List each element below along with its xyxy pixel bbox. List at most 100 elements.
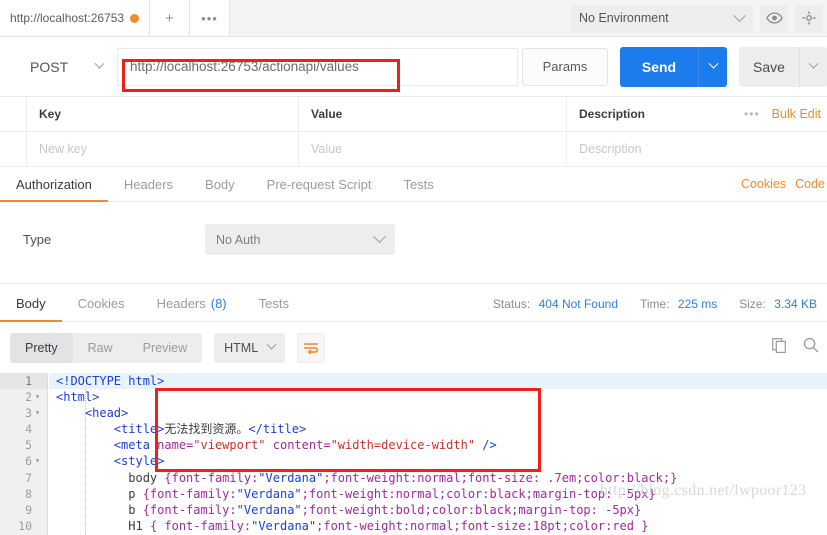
search-icon — [803, 337, 819, 353]
cookies-link[interactable]: Cookies — [741, 177, 786, 191]
save-button-group: Save — [739, 46, 827, 87]
view-mode-preview[interactable]: Preview — [128, 333, 202, 363]
new-tab-button[interactable]: + — [150, 0, 190, 36]
params-button[interactable]: Params — [522, 47, 608, 86]
more-tabs-button[interactable]: ••• — [190, 0, 230, 36]
tab-authorization[interactable]: Authorization — [0, 167, 108, 202]
param-description-input[interactable]: Description — [567, 132, 827, 166]
params-table-tools: ••• Bulk Edit — [744, 107, 827, 121]
code-token: <html> — [56, 390, 100, 405]
url-input[interactable]: http://localhost:26753/actionapi/values — [118, 47, 518, 86]
request-section-tabs: Authorization Headers Body Pre-request S… — [0, 167, 827, 202]
code-token: body — [128, 470, 165, 485]
method-select[interactable]: POST — [18, 47, 118, 86]
view-mode-raw[interactable]: Raw — [73, 333, 128, 363]
code-line: <head> — [49, 405, 827, 421]
column-header-key: Key — [27, 97, 299, 131]
view-mode-switch: Pretty Raw Preview — [10, 332, 203, 363]
time-meta: Time: 225 ms — [640, 297, 717, 311]
response-tab-tests[interactable]: Tests — [243, 286, 305, 321]
tab-bar: http://localhost:26753 + ••• No Environm… — [0, 0, 827, 37]
viewer-actions — [772, 337, 827, 358]
chevron-down-icon — [808, 58, 819, 69]
response-meta: Status: 404 Not Found Time: 225 ms Size:… — [493, 286, 827, 321]
code-line: <!DOCTYPE html> — [49, 373, 827, 390]
row-checkbox-cell[interactable] — [0, 132, 27, 166]
tab-headers[interactable]: Headers — [108, 167, 189, 201]
code-token: <head> — [84, 406, 129, 421]
line-number-value: 6 — [25, 454, 32, 469]
line-number-gutter: 1▾ 2▾ 3▾ 4▾ 5▾ 6▾ 7▾ 8▾ 9▾ 10▾ 11▾ 12▾ — [0, 373, 48, 535]
params-more-button[interactable]: ••• — [744, 107, 760, 121]
send-button[interactable]: Send — [620, 46, 698, 87]
tab-tests[interactable]: Tests — [387, 167, 449, 201]
postman-window: http://localhost:26753 + ••• No Environm… — [0, 0, 827, 535]
environment-quick-look-button[interactable] — [760, 4, 788, 32]
response-tab-headers-label: Headers — [156, 296, 206, 311]
code-line: b {font-family:"Verdana";font-weight:bol… — [49, 502, 827, 518]
code-token: /> — [475, 438, 497, 453]
code-token: <!DOCTYPE html> — [56, 374, 165, 388]
line-number: 10▾ — [0, 518, 47, 534]
search-button[interactable] — [803, 337, 819, 358]
code-token: {font-family: — [164, 470, 259, 485]
code-link[interactable]: Code — [795, 177, 825, 191]
tab-bar-spacer — [230, 0, 570, 36]
line-number-value: 3 — [25, 406, 32, 421]
line-number: 9▾ — [0, 502, 47, 518]
response-body-editor[interactable]: 1▾ 2▾ 3▾ 4▾ 5▾ 6▾ 7▾ 8▾ 9▾ 10▾ 11▾ 12▾ <… — [0, 373, 827, 535]
fold-arrow-icon[interactable]: ▾ — [32, 389, 43, 405]
code-token: ;font-weight:bold;color:black;margin-top… — [301, 502, 642, 517]
time-value: 225 ms — [677, 296, 718, 311]
send-options-button[interactable] — [698, 46, 727, 87]
bulk-edit-link[interactable]: Bulk Edit — [772, 107, 821, 121]
status-value: 404 Not Found — [538, 296, 618, 311]
chevron-down-icon — [94, 58, 105, 69]
line-number: 5▾ — [0, 437, 47, 453]
code-content[interactable]: <!DOCTYPE html> <html> <head> <title>无法找… — [49, 373, 827, 535]
save-options-button[interactable] — [799, 46, 827, 87]
save-button[interactable]: Save — [739, 46, 799, 87]
size-label: Size: — [739, 296, 766, 311]
code-token: <title> — [113, 422, 165, 437]
view-mode-pretty[interactable]: Pretty — [10, 332, 73, 363]
code-token: "width=device-width" — [330, 438, 476, 453]
fold-arrow-icon[interactable]: ▾ — [32, 453, 43, 469]
code-token: </title> — [248, 422, 307, 437]
time-label: Time: — [640, 296, 670, 311]
copy-button[interactable] — [772, 337, 787, 358]
unsaved-dot-icon — [130, 13, 139, 23]
response-tab-cookies[interactable]: Cookies — [62, 286, 141, 321]
line-number-value: 5 — [25, 438, 32, 453]
response-tab-headers[interactable]: Headers (8) — [141, 286, 243, 321]
method-select-value: POST — [30, 58, 69, 75]
response-tab-body[interactable]: Body — [0, 286, 62, 322]
chevron-down-icon — [708, 58, 718, 69]
code-token: "viewport" — [193, 438, 266, 453]
request-tabs-links: Cookies Code — [741, 167, 827, 201]
params-table: Key Value Description ••• Bulk Edit New … — [0, 97, 827, 167]
column-header-description: Description — [579, 107, 646, 121]
param-key-input[interactable]: New key — [27, 132, 299, 166]
auth-type-value: No Auth — [216, 232, 261, 247]
eye-icon — [765, 12, 783, 24]
param-value-input[interactable]: Value — [299, 132, 567, 166]
environment-select[interactable]: No Environment — [570, 4, 753, 32]
language-select[interactable]: HTML — [214, 332, 286, 363]
fold-arrow-icon[interactable]: ▾ — [32, 405, 43, 421]
request-tab[interactable]: http://localhost:26753 — [0, 0, 150, 36]
settings-button[interactable] — [795, 4, 823, 32]
code-token: {font-family: — [142, 502, 237, 517]
gear-icon — [802, 11, 816, 25]
indent-guide — [85, 389, 86, 535]
auth-type-select[interactable]: No Auth — [205, 224, 395, 255]
line-number: 6 ▾ — [0, 453, 47, 469]
word-wrap-button[interactable] — [297, 332, 326, 363]
line-number-value: 1 — [25, 374, 32, 388]
language-select-value: HTML — [224, 340, 259, 355]
chevron-down-icon — [373, 230, 386, 244]
column-header-value: Value — [299, 97, 567, 131]
code-token: { font-family: — [149, 518, 252, 533]
tab-body[interactable]: Body — [189, 167, 251, 201]
tab-pre-request-script[interactable]: Pre-request Script — [251, 167, 388, 201]
